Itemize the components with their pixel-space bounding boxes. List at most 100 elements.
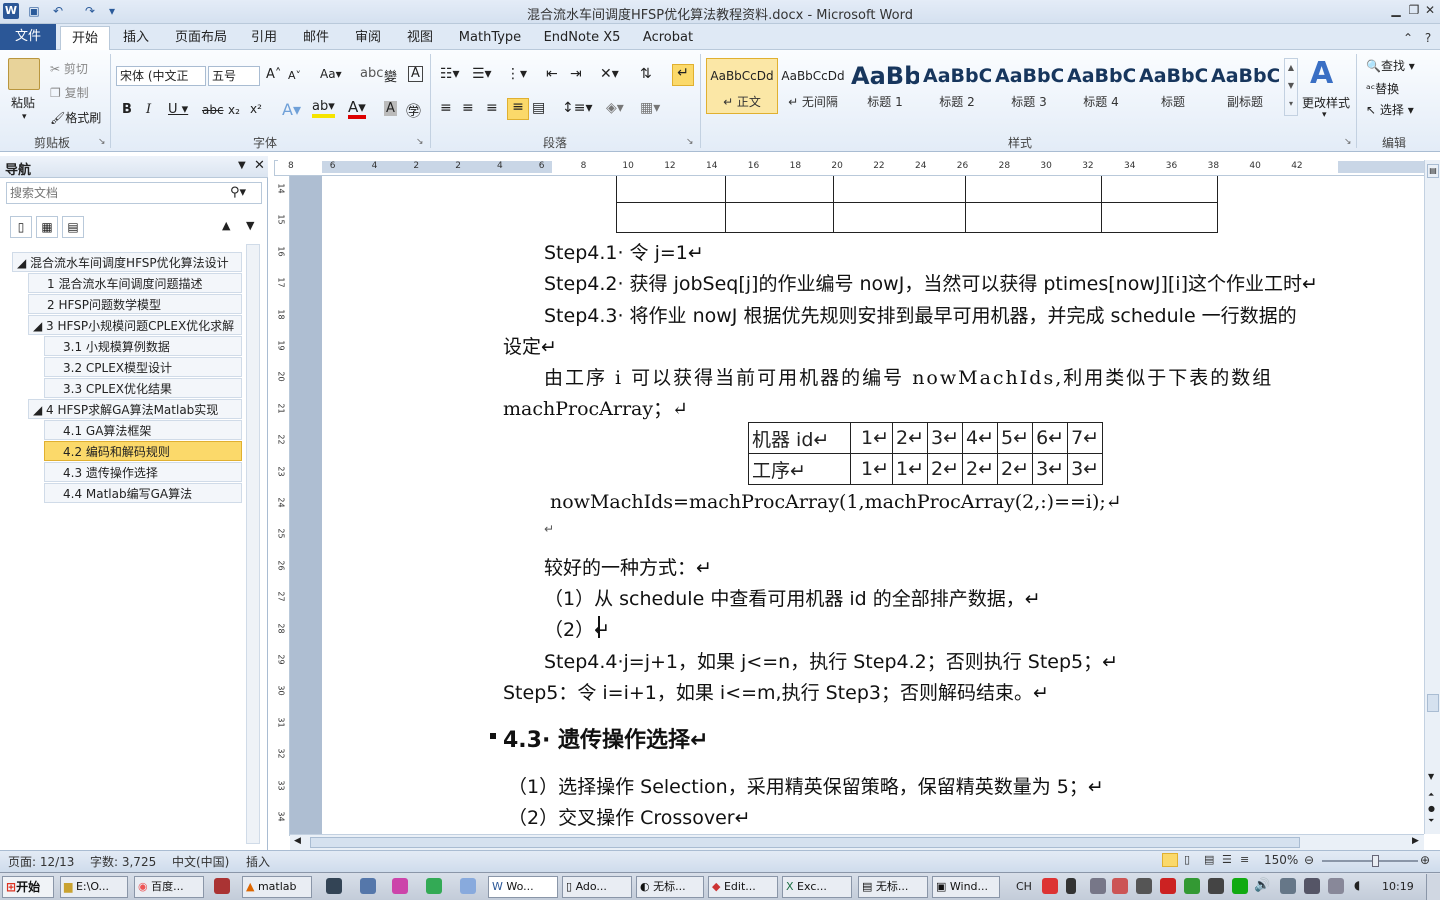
save-icon[interactable]: ▣ — [26, 3, 42, 19]
previous-page-icon[interactable]: ⏶ — [1428, 790, 1434, 800]
find-button[interactable]: 🔍查找 ▾ — [1366, 57, 1415, 74]
change-styles-icon[interactable]: A — [1310, 56, 1333, 91]
tray-icon[interactable] — [1112, 878, 1128, 894]
nav-item-3-2[interactable]: 3.2 CPLEX模型设计 — [44, 357, 242, 377]
bullets-icon[interactable]: ☷▾ — [440, 66, 460, 82]
strikethrough-icon[interactable]: abc — [202, 103, 224, 117]
clipboard-launcher-icon[interactable]: ↘ — [98, 137, 106, 147]
style-heading-2[interactable]: AaBbC 标题 2 — [922, 58, 992, 114]
insert-mode[interactable]: 插入 — [246, 853, 270, 870]
app-icon[interactable] — [214, 878, 230, 894]
tray-icon[interactable] — [1232, 878, 1248, 894]
tray-icon[interactable] — [1136, 878, 1152, 894]
scroll-down-icon[interactable]: ▼ — [1428, 772, 1434, 781]
change-styles-button[interactable]: 更改样式 — [1302, 94, 1350, 111]
format-painter-button[interactable]: 🖌格式刷 — [50, 109, 101, 126]
text-effects-icon[interactable]: A▾ — [282, 100, 301, 119]
full-screen-reading-icon[interactable]: ▯ — [1184, 853, 1190, 866]
borders-icon[interactable]: ▦▾ — [640, 100, 660, 116]
customize-quick-access-icon[interactable]: ▾ — [104, 3, 120, 19]
nav-previous-icon[interactable]: ▲ — [222, 219, 230, 232]
tab-mailings[interactable]: 邮件 — [298, 26, 334, 50]
cut-button[interactable]: ✂ 剪切 — [50, 60, 88, 77]
align-right-icon[interactable]: ≡ — [486, 100, 498, 116]
tray-icon[interactable] — [1304, 878, 1320, 894]
scroll-right-icon[interactable]: ▶ — [1412, 836, 1419, 846]
nav-search-input[interactable] — [6, 182, 262, 204]
character-border-icon[interactable]: A — [408, 66, 423, 82]
nav-item-3-1[interactable]: 3.1 小规模算例数据 — [44, 336, 242, 356]
restore-button[interactable]: ❐ — [1406, 2, 1422, 18]
paragraph-launcher-icon[interactable]: ↘ — [686, 137, 694, 147]
nav-item-root[interactable]: ◢ 混合流水车间调度HFSP优化算法设计 — [12, 252, 242, 272]
ruler-toggle-icon[interactable]: ▤ — [1427, 164, 1439, 178]
nav-item-3-3[interactable]: 3.3 CPLEX优化结果 — [44, 378, 242, 398]
style-heading-1[interactable]: AaBb 标题 1 — [850, 58, 920, 114]
tray-icon[interactable] — [1090, 878, 1106, 894]
scroll-thumb[interactable] — [1427, 694, 1439, 712]
page-count[interactable]: 页面: 12/13 — [8, 853, 74, 870]
italic-icon[interactable]: I — [146, 102, 151, 117]
tray-icon[interactable] — [1328, 878, 1344, 894]
h-scroll-thumb[interactable] — [310, 837, 1300, 848]
vertical-scrollbar[interactable]: ▤ ▼ ⏶ ● ⏷ — [1424, 160, 1440, 834]
nav-next-icon[interactable]: ▼ — [246, 219, 254, 232]
nav-item-1[interactable]: 1 混合流水车间调度问题描述 — [28, 273, 242, 293]
paste-button[interactable]: 粘贴 — [11, 94, 35, 111]
zoom-level[interactable]: 150% — [1264, 853, 1298, 867]
tray-icon[interactable] — [1160, 878, 1176, 894]
browse-pages-icon[interactable]: ▦ — [36, 216, 58, 238]
copy-button[interactable]: ❐ 复制 — [50, 84, 89, 101]
distributed-icon[interactable]: ▤ — [532, 100, 545, 116]
multilevel-list-icon[interactable]: ⋮▾ — [506, 66, 527, 82]
styles-scroll-icon[interactable]: ▲ ▼ ▾ — [1284, 58, 1298, 116]
outline-icon[interactable]: ☰ — [1222, 853, 1232, 866]
nav-item-3[interactable]: ◢ 3 HFSP小规模问题CPLEX优化求解 — [28, 315, 242, 335]
change-styles-dropdown-icon[interactable]: ▾ — [1322, 110, 1327, 120]
taskbar-windows[interactable]: ▣ Wind... — [932, 876, 1000, 898]
taskbar-baidu[interactable]: ◉ 百度... — [134, 876, 204, 898]
font-name-combo[interactable]: 宋体 (中文正 — [116, 66, 206, 86]
increase-indent-icon[interactable]: ⇥ — [570, 66, 582, 82]
sort-icon[interactable]: ⇅ — [640, 66, 652, 82]
paste-dropdown-icon[interactable]: ▾ — [22, 112, 27, 122]
paste-icon[interactable] — [8, 58, 40, 90]
style-title[interactable]: AaBbC 标题 — [1138, 58, 1208, 114]
taskbar-word[interactable]: W Wo... — [488, 876, 558, 898]
show-marks-icon[interactable]: ↵ — [672, 64, 694, 86]
zoom-out-icon[interactable]: ⊖ — [1304, 853, 1314, 867]
search-icon[interactable]: ⚲▾ — [230, 185, 246, 200]
chinese-layout-icon[interactable]: ✕▾ — [600, 66, 619, 82]
style-heading-3[interactable]: AaBbC 标题 3 — [994, 58, 1064, 114]
font-size-combo[interactable]: 五号 — [208, 66, 260, 86]
nav-item-4-3[interactable]: 4.3 遗传操作选择 — [44, 462, 242, 482]
taskbar-untitled-2[interactable]: ▤ 无标... — [858, 876, 928, 898]
horizontal-scrollbar[interactable]: ◀ ▶ — [290, 834, 1424, 850]
shading-icon[interactable]: ◈▾ — [606, 100, 624, 116]
word-app-icon[interactable]: W — [3, 3, 19, 19]
highlight-icon[interactable]: ab▾ — [312, 100, 335, 118]
superscript-icon[interactable]: x² — [250, 102, 262, 116]
help-icon[interactable]: ? — [1420, 30, 1436, 46]
tab-acrobat[interactable]: Acrobat — [638, 26, 698, 50]
grow-font-icon[interactable]: A˄ — [266, 67, 281, 82]
clock[interactable]: 10:19 — [1382, 880, 1414, 893]
nav-item-4[interactable]: ◢ 4 HFSP求解GA算法Matlab实现 — [28, 399, 242, 419]
numbering-icon[interactable]: ☰▾ — [472, 66, 492, 82]
volume-icon[interactable]: 🔊 — [1254, 878, 1270, 893]
tab-endnote[interactable]: EndNote X5 — [540, 26, 624, 50]
language-indicator[interactable]: 中文(中国) — [172, 853, 229, 870]
align-center-icon[interactable]: ≡ — [462, 100, 474, 116]
vertical-ruler[interactable]: 14 15 16 17 18 19 20 21 22 23 24 25 26 27 28 29 30 31 32 33… — [274, 176, 290, 836]
show-desktop-button[interactable] — [1426, 874, 1440, 900]
taskbar-untitled-1[interactable]: ◐ 无标... — [636, 876, 704, 898]
horizontal-ruler[interactable]: 8 6 4 2 2 4 6 8 10 12 14 16 18 20 22 24 26 28 30 32 34 36 38 40… — [278, 160, 1426, 176]
justify-icon[interactable]: ≡ — [507, 98, 529, 120]
tab-insert[interactable]: 插入 — [116, 26, 156, 50]
redo-icon[interactable]: ↷ — [82, 3, 98, 19]
ime-indicator[interactable]: CH — [1016, 880, 1032, 893]
font-launcher-icon[interactable]: ↘ — [416, 137, 424, 147]
nav-item-4-4[interactable]: 4.4 Matlab编写GA算法 — [44, 483, 242, 503]
print-layout-icon[interactable] — [1162, 853, 1178, 867]
app-icon[interactable] — [392, 878, 408, 894]
